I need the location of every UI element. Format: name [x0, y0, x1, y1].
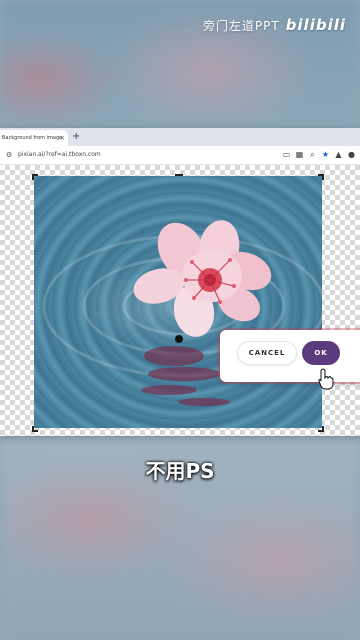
blossom-illustration [42, 220, 322, 406]
site-settings-icon[interactable]: ⚙ [6, 151, 14, 159]
browser-window: Background from image × + ⚙ pixian.ai/?r… [0, 128, 360, 436]
watermark: 旁门左道PPT bilibili [203, 16, 346, 34]
cast-icon[interactable]: ▭ [282, 150, 291, 159]
address-bar: ⚙ pixian.ai/?ref=ai.tboxn.com ▭ ▦ ⌕ ★ ▲ … [0, 146, 360, 165]
new-tab-button[interactable]: + [72, 130, 80, 144]
editor-canvas[interactable] [0, 165, 360, 436]
cancel-button[interactable]: CANCEL [238, 342, 296, 364]
tab-title: Background from image [2, 135, 63, 141]
cherry-blossom-photo[interactable] [34, 176, 322, 428]
crop-handle-top-middle[interactable] [175, 174, 183, 176]
tab-close-icon[interactable]: × [59, 130, 65, 146]
translate-icon[interactable]: ▦ [295, 150, 304, 159]
crop-handle-bottom-left[interactable] [32, 426, 38, 432]
ok-button[interactable]: OK [302, 341, 340, 365]
brush-marker[interactable] [175, 335, 183, 343]
bilibili-logo: bilibili [285, 16, 346, 34]
address-bar-icons: ▭ ▦ ⌕ ★ ▲ ● [282, 150, 356, 159]
tab-bar: Background from image × + [0, 128, 360, 146]
profile-icon[interactable]: ● [347, 150, 356, 159]
subtitle-caption: 不用PS [145, 459, 215, 483]
channel-name: 旁门左道PPT [202, 18, 280, 33]
zoom-icon[interactable]: ⌕ [308, 150, 317, 159]
url-field[interactable]: pixian.ai/?ref=ai.tboxn.com [18, 146, 101, 164]
bookmark-star-icon[interactable]: ★ [321, 150, 330, 159]
hand-pointer-icon [318, 368, 334, 390]
extension-icon[interactable]: ▲ [334, 150, 343, 159]
crop-handle-top-left[interactable] [32, 174, 38, 180]
confirm-dialog: CANCEL OK [220, 330, 360, 382]
crop-handle-bottom-right[interactable] [318, 426, 324, 432]
browser-tab[interactable]: Background from image × [0, 130, 68, 146]
crop-handle-top-right[interactable] [318, 174, 324, 180]
